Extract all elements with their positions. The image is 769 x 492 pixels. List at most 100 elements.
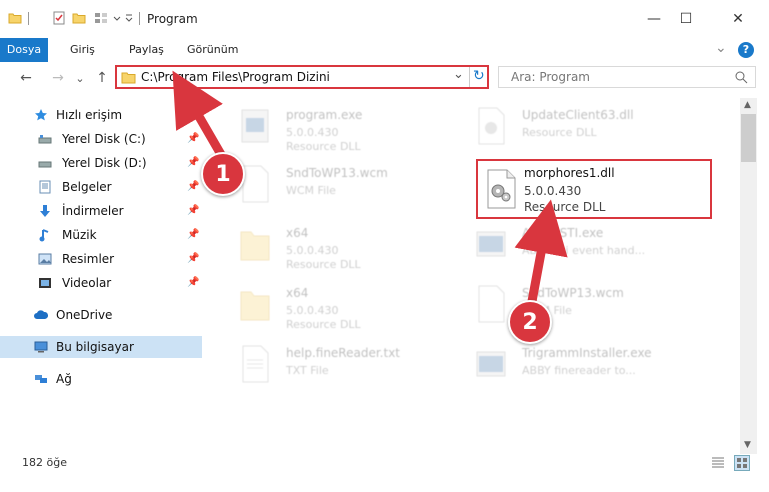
- item-count: 182 öğe: [22, 456, 67, 469]
- vertical-scrollbar[interactable]: ▲ ▼: [740, 98, 757, 454]
- file-meta: 5.0.0.430 Resource DLL: [286, 244, 361, 271]
- pin-icon[interactable]: 📌: [187, 181, 199, 192]
- large-icons-view-icon[interactable]: [734, 455, 750, 471]
- pin-icon[interactable]: 📌: [187, 157, 199, 168]
- sidebar-item-downloads[interactable]: İndirmeler 📌: [0, 200, 202, 222]
- file-type: Resource DLL: [524, 200, 606, 214]
- separator: [28, 12, 29, 25]
- file-meta: TXT File: [286, 364, 329, 377]
- list-item[interactable]: TrigrammInstaller.exe ABBY finereader to…: [454, 340, 704, 394]
- file-name: morphores1.dll: [524, 166, 615, 180]
- step-2-badge: 2: [508, 300, 552, 344]
- tab-giris[interactable]: Giriş: [70, 38, 95, 62]
- folder-icon: [240, 291, 270, 321]
- scroll-up-icon[interactable]: ▲: [744, 100, 751, 110]
- sidebar-item-local-disk-d[interactable]: Yerel Disk (D:) 📌: [0, 152, 202, 174]
- file-meta: ABBY finereader to...: [522, 364, 636, 377]
- sidebar-item-quick-access[interactable]: Hızlı erişim: [0, 104, 202, 126]
- pictures-icon: [38, 253, 52, 265]
- sidebar-item-label: Belgeler: [62, 180, 112, 194]
- back-button[interactable]: ←: [16, 68, 36, 88]
- videos-icon: [39, 278, 51, 288]
- file-name: TrigrammInstaller.exe: [522, 346, 652, 360]
- customize-view-icon[interactable]: [94, 11, 108, 25]
- forward-button[interactable]: →: [48, 68, 68, 88]
- sidebar-item-this-pc[interactable]: Bu bilgisayar: [0, 336, 202, 358]
- tab-gorunum[interactable]: Görünüm: [187, 38, 238, 62]
- network-icon: [35, 375, 47, 383]
- file-name: UpdateClient63.dll: [522, 108, 634, 122]
- list-item[interactable]: x64 5.0.0.430 Resource DLL: [218, 220, 468, 274]
- ribbon: Dosya Giriş Paylaş Görünüm ⌄ ?: [0, 38, 769, 63]
- dll-file-icon: [487, 169, 516, 209]
- navigation-pane: Hızlı erişim Yerel Disk (C:) 📌 Yerel Dis…: [0, 98, 208, 448]
- list-item[interactable]: SndToWP13.wcm WCM File: [454, 280, 704, 334]
- pin-icon[interactable]: 📌: [187, 205, 199, 216]
- pin-icon[interactable]: 📌: [187, 253, 199, 264]
- file-meta: 5.0.0.430 Resource DLL: [286, 126, 361, 153]
- list-item[interactable]: UpdateClient63.dll Resource DLL: [454, 102, 704, 156]
- window-title: Program: [147, 12, 198, 26]
- address-path[interactable]: C:\Program Files\Program Dizini: [141, 70, 330, 84]
- file-name: x64: [286, 286, 309, 300]
- up-button[interactable]: ↑: [92, 68, 112, 88]
- sidebar-item-onedrive[interactable]: OneDrive: [0, 304, 202, 326]
- highlighted-file-morphores1-dll[interactable]: morphores1.dll 5.0.0.430 Resource DLL: [476, 159, 712, 219]
- new-folder-icon[interactable]: [72, 11, 86, 25]
- exe-file-icon: [476, 351, 506, 377]
- sidebar-item-label: Videolar: [62, 276, 112, 290]
- separator: [139, 12, 140, 25]
- address-dropdown-button[interactable]: ⌄: [453, 67, 464, 82]
- pin-icon[interactable]: 📌: [187, 277, 199, 288]
- file-meta: ABBY Sti event hand...: [522, 244, 646, 257]
- file-version: 5.0.0.430: [524, 184, 582, 198]
- status-bar: 182 öğe: [0, 450, 769, 474]
- file-meta: Resource DLL: [522, 126, 597, 139]
- list-item[interactable]: program.exe 5.0.0.430 Resource DLL: [218, 102, 468, 156]
- step-1-badge: 1: [201, 152, 245, 196]
- scrollbar-thumb[interactable]: [741, 114, 756, 162]
- sidebar-item-pictures[interactable]: Resimler 📌: [0, 248, 202, 270]
- list-item[interactable]: x64 5.0.0.430 Resource DLL: [218, 280, 468, 334]
- search-box[interactable]: Ara: Program: [498, 66, 756, 88]
- folder-icon: [8, 13, 22, 24]
- scroll-down-icon[interactable]: ▼: [744, 440, 751, 450]
- sidebar-item-videos[interactable]: Videolar 📌: [0, 272, 202, 294]
- chevron-down-icon[interactable]: [112, 11, 122, 25]
- tab-dosya[interactable]: Dosya: [0, 38, 48, 62]
- quick-access-menu-icon[interactable]: [124, 11, 134, 25]
- file-name: program.exe: [286, 108, 363, 122]
- properties-icon[interactable]: [52, 11, 66, 25]
- help-button[interactable]: ?: [738, 42, 754, 58]
- pin-icon[interactable]: 📌: [187, 133, 199, 144]
- file-meta: 5.0.0.430 Resource DLL: [286, 304, 361, 331]
- sidebar-item-local-disk-c[interactable]: Yerel Disk (C:) 📌: [0, 128, 202, 150]
- close-button[interactable]: ✕: [715, 0, 761, 38]
- pin-icon[interactable]: 📌: [187, 229, 199, 240]
- sidebar-item-label: Yerel Disk (C:): [62, 132, 146, 146]
- file-icon: [478, 285, 505, 323]
- file-name: help.fineReader.txt: [286, 346, 400, 360]
- file-name: AbbyySTI.exe: [522, 226, 604, 240]
- details-view-icon[interactable]: [711, 456, 725, 468]
- search-icon[interactable]: [735, 71, 748, 84]
- recent-locations-button[interactable]: ⌄: [70, 68, 90, 88]
- music-icon: [39, 229, 49, 242]
- star-icon: [35, 109, 47, 121]
- tab-paylas[interactable]: Paylaş: [129, 38, 164, 62]
- file-list: program.exe 5.0.0.430 Resource DLL Update…: [208, 98, 740, 448]
- sidebar-item-label: Yerel Disk (D:): [62, 156, 147, 170]
- list-item[interactable]: help.fineReader.txt TXT File: [218, 340, 468, 394]
- sidebar-item-documents[interactable]: Belgeler 📌: [0, 176, 202, 198]
- refresh-button[interactable]: ↻: [473, 68, 485, 84]
- maximize-button[interactable]: ☐: [663, 0, 709, 38]
- expand-ribbon-button[interactable]: ⌄: [715, 40, 727, 56]
- sidebar-item-music[interactable]: Müzik 📌: [0, 224, 202, 246]
- list-item[interactable]: SndToWP13.wcm WCM File: [218, 160, 468, 214]
- search-input[interactable]: Ara: Program: [511, 70, 590, 84]
- address-bar[interactable]: C:\Program Files\Program Dizini ⌄ ↻: [115, 65, 489, 89]
- sidebar-item-label: OneDrive: [56, 308, 113, 322]
- list-item[interactable]: AbbyySTI.exe ABBY Sti event hand...: [454, 220, 704, 274]
- sidebar-item-network[interactable]: Ağ: [0, 368, 202, 390]
- file-meta: WCM File: [286, 184, 336, 197]
